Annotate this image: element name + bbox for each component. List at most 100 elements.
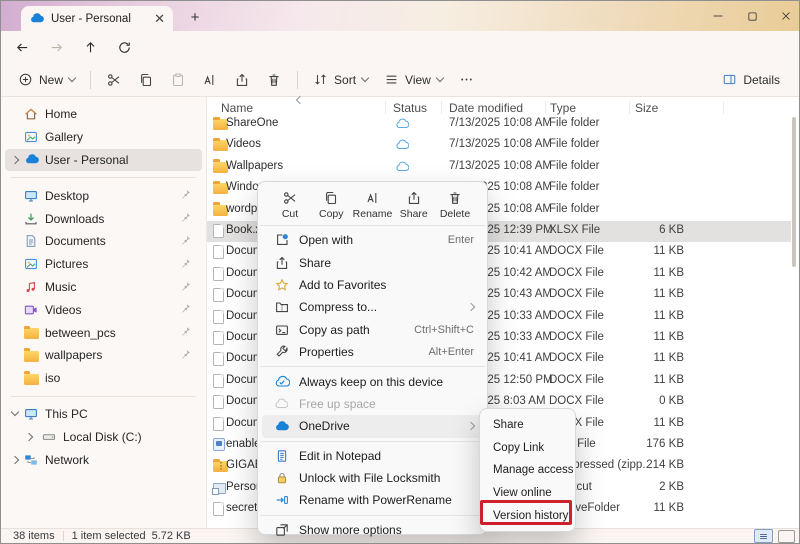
menu-item-edit-in-notepad[interactable]: Edit in Notepad [262, 445, 483, 467]
submenu-chevron-icon [467, 303, 475, 311]
sidebar-item-local-disk-c-[interactable]: Local Disk (C:) [5, 425, 202, 448]
pin-icon [179, 257, 192, 270]
copy-quick-button[interactable]: Copy [311, 190, 351, 220]
sidebar-item-music[interactable]: Music [5, 276, 202, 299]
details-view-toggle[interactable] [754, 529, 773, 543]
menu-item-label: Edit in Notepad [299, 449, 381, 463]
paste-button[interactable] [163, 67, 193, 93]
file-size: 11 KB [594, 374, 684, 386]
menu-item-shortcut: Enter [448, 234, 474, 246]
menu-item-unlock-with-file-locksmith[interactable]: Unlock with File Locksmith [262, 467, 483, 489]
menu-item-label: Show more options [299, 523, 402, 537]
menu-item-open-with[interactable]: Open with Enter [262, 229, 483, 251]
forward-button[interactable] [43, 35, 69, 59]
menu-item-always-keep-on-this-device[interactable]: Always keep on this device [262, 370, 483, 392]
tab-title: User - Personal [51, 13, 147, 25]
copy-path-icon [274, 322, 291, 338]
file-row[interactable]: Wallpapers 7/13/2025 10:08 AM File folde… [207, 157, 791, 178]
column-header-date[interactable]: Date modified [449, 101, 523, 115]
up-button[interactable] [77, 35, 103, 59]
menu-item-compress-to-[interactable]: Compress to... [262, 296, 483, 318]
submenu-item-manage-access[interactable]: Manage access [480, 459, 575, 482]
share-button[interactable] [227, 67, 257, 93]
expand-chevron-icon[interactable] [11, 455, 19, 463]
tab-user-personal[interactable]: User - Personal ✕ [21, 6, 173, 31]
sidebar-item-documents[interactable]: Documents [5, 230, 202, 253]
menu-item-free-up-space[interactable]: Free up space [262, 393, 483, 415]
cloud-gray-icon [274, 397, 291, 411]
sort-label: Sort [334, 73, 356, 87]
menu-item-properties[interactable]: Properties Alt+Enter [262, 341, 483, 363]
menu-item-show-more-options[interactable]: Show more options [262, 519, 483, 541]
new-button[interactable]: New [11, 67, 82, 93]
submenu-item-share[interactable]: Share [480, 414, 575, 437]
column-header-name[interactable]: Name [221, 101, 253, 115]
see-more-button[interactable] [452, 67, 481, 93]
file-date-modified: 7/13/2025 10:08 AM [449, 117, 552, 129]
menu-item-onedrive[interactable]: OneDrive [262, 415, 483, 437]
menu-item-label: Unlock with File Locksmith [299, 471, 440, 485]
sort-button[interactable]: Sort [306, 67, 375, 93]
sidebar-item-label: wallpapers [45, 348, 102, 362]
pin-icon [179, 302, 192, 315]
new-tab-button[interactable]: + [184, 7, 206, 27]
column-header-status[interactable]: Status [393, 101, 427, 115]
sidebar-item-home[interactable]: Home [5, 103, 202, 126]
view-button[interactable]: View [377, 67, 450, 93]
menu-item-copy-as-path[interactable]: Copy as path Ctrl+Shift+C [262, 319, 483, 341]
sidebar-item-gallery[interactable]: Gallery [5, 126, 202, 149]
delete-icon [447, 190, 463, 206]
sidebar-divider [11, 177, 196, 178]
annotation-highlight-box [480, 500, 572, 525]
file-row[interactable]: ShareOne 7/13/2025 10:08 AM File folder [207, 114, 791, 135]
vertical-scrollbar[interactable] [792, 117, 796, 267]
refresh-button[interactable] [111, 35, 137, 59]
file-date-modified: 7/13/2025 10:08 AM [449, 138, 552, 150]
tab-close-icon[interactable]: ✕ [154, 12, 165, 25]
folder-icon [23, 370, 39, 386]
file-row[interactable]: Videos 7/13/2025 10:08 AM File folder [207, 135, 791, 156]
sidebar-item-network[interactable]: Network [5, 448, 202, 471]
sidebar-item-downloads[interactable]: Downloads [5, 207, 202, 230]
column-header-type[interactable]: Type [550, 101, 576, 115]
back-button[interactable] [9, 35, 35, 59]
expand-chevron-icon[interactable] [25, 433, 33, 441]
column-header-size[interactable]: Size [635, 101, 658, 115]
sidebar-item-this-pc[interactable]: This PC [5, 403, 202, 426]
delete-quick-button[interactable]: Delete [435, 190, 475, 220]
file-size: 11 KB [594, 417, 684, 429]
cut-quick-button[interactable]: Cut [270, 190, 310, 220]
submenu-item-copy-link[interactable]: Copy Link [480, 437, 575, 460]
delete-button[interactable] [259, 67, 289, 93]
sidebar-item-user-personal[interactable]: User - Personal [5, 149, 202, 172]
file-size: 11 KB [594, 502, 684, 514]
sidebar-item-iso[interactable]: iso [5, 367, 202, 390]
sidebar-item-label: Desktop [45, 189, 89, 203]
sidebar-item-desktop[interactable]: Desktop [5, 184, 202, 207]
cut-button[interactable] [99, 67, 129, 93]
sidebar-item-wallpapers[interactable]: wallpapers [5, 344, 202, 367]
minimize-button[interactable] [701, 1, 735, 31]
large-icons-view-toggle[interactable] [778, 530, 795, 543]
menu-item-share[interactable]: Share [262, 251, 483, 273]
rename-quick-button[interactable]: Rename [353, 190, 393, 220]
rename-button[interactable] [195, 67, 225, 93]
notepad-icon [274, 448, 291, 464]
file-size: 11 KB [594, 331, 684, 343]
sidebar-item-pictures[interactable]: Pictures [5, 253, 202, 276]
sidebar-item-between-pcs[interactable]: between_pcs [5, 321, 202, 344]
sidebar-item-videos[interactable]: Videos [5, 298, 202, 321]
menu-divider [260, 441, 485, 442]
share-quick-button[interactable]: Share [394, 190, 434, 220]
expand-chevron-icon[interactable] [11, 408, 19, 416]
pin-icon [179, 280, 192, 293]
pin-icon [179, 188, 192, 201]
expand-chevron-icon[interactable] [11, 156, 19, 164]
details-pane-button[interactable]: Details [715, 67, 787, 93]
menu-item-rename-with-powerrename[interactable]: Rename with PowerRename [262, 489, 483, 511]
close-button[interactable] [769, 1, 800, 31]
maximize-button[interactable] [735, 1, 769, 31]
menu-item-add-to-favorites[interactable]: Add to Favorites [262, 274, 483, 296]
copy-button[interactable] [131, 67, 161, 93]
file-size: 11 KB [594, 288, 684, 300]
